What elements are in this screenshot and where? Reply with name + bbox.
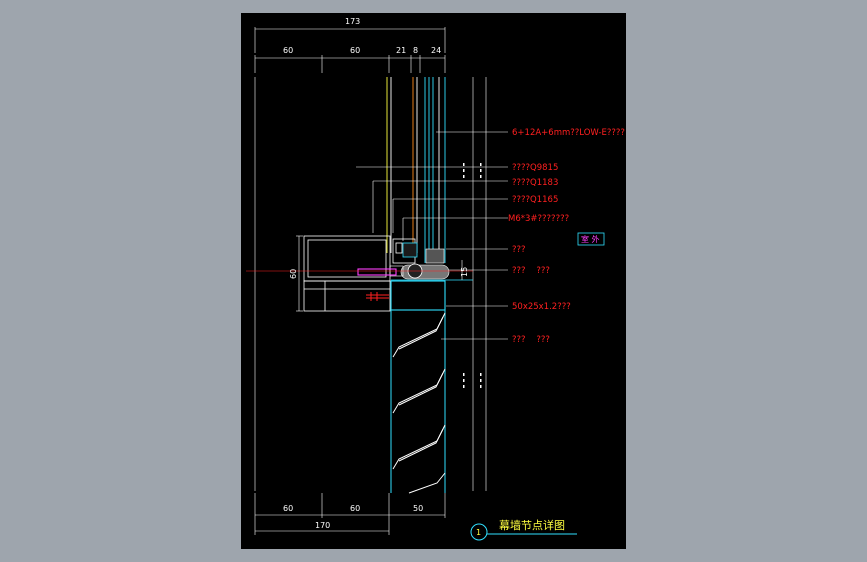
bottom-dimension-lines [254, 493, 446, 535]
vertical-reference-lines [254, 77, 487, 491]
dim-top-60a: 60 [283, 46, 293, 55]
drawing-title: 幕墙节点详图 [499, 518, 565, 532]
dim-top-60b: 60 [350, 46, 360, 55]
dim-side-60: 60 [289, 269, 298, 279]
louvre-blades [390, 310, 446, 494]
callout-louvre: ??? ??? [512, 335, 550, 345]
callout-gasket: ??? [512, 245, 526, 255]
callout-leaders [356, 131, 508, 340]
dim-top-24: 24 [431, 46, 441, 55]
callout-q9815: ????Q9815 [512, 163, 558, 173]
dim-top-8: 8 [413, 46, 418, 55]
dim-bottom-60a: 60 [283, 504, 293, 513]
callout-steel-tube: 50x25x1.2??? [512, 302, 571, 312]
dim-bottom-total: 170 [315, 521, 330, 530]
steel-tube [390, 280, 446, 311]
exterior-tag: 室 外 [581, 234, 600, 244]
callout-q1165: ????Q1165 [512, 195, 558, 205]
title-number: 1 [476, 528, 481, 537]
dim-side-15: 15 [460, 267, 469, 277]
pressure-plate-and-gaskets [389, 242, 450, 280]
cad-drawing-sheet: 173 60 60 21 8 24 60 60 50 170 60 15 6+1… [241, 13, 626, 549]
dim-bottom-50: 50 [413, 504, 423, 513]
callout-q1183: ????Q1183 [512, 178, 558, 188]
dim-bottom-60b: 60 [350, 504, 360, 513]
glass-unit-lines [386, 77, 446, 263]
transom-profile [303, 235, 416, 312]
callout-glass-spec: 6+12A+6mm??LOW-E???? [512, 128, 625, 138]
callout-sealant: ??? ??? [512, 266, 550, 276]
callout-m6-bolt: M6*3#??????? [508, 214, 569, 224]
anchor-mark [366, 292, 389, 301]
dim-top-total: 173 [345, 17, 360, 26]
curtain-wall-node-detail-drawing: 173 60 60 21 8 24 60 60 50 170 60 15 6+1… [246, 17, 625, 541]
dim-top-21: 21 [396, 46, 406, 55]
